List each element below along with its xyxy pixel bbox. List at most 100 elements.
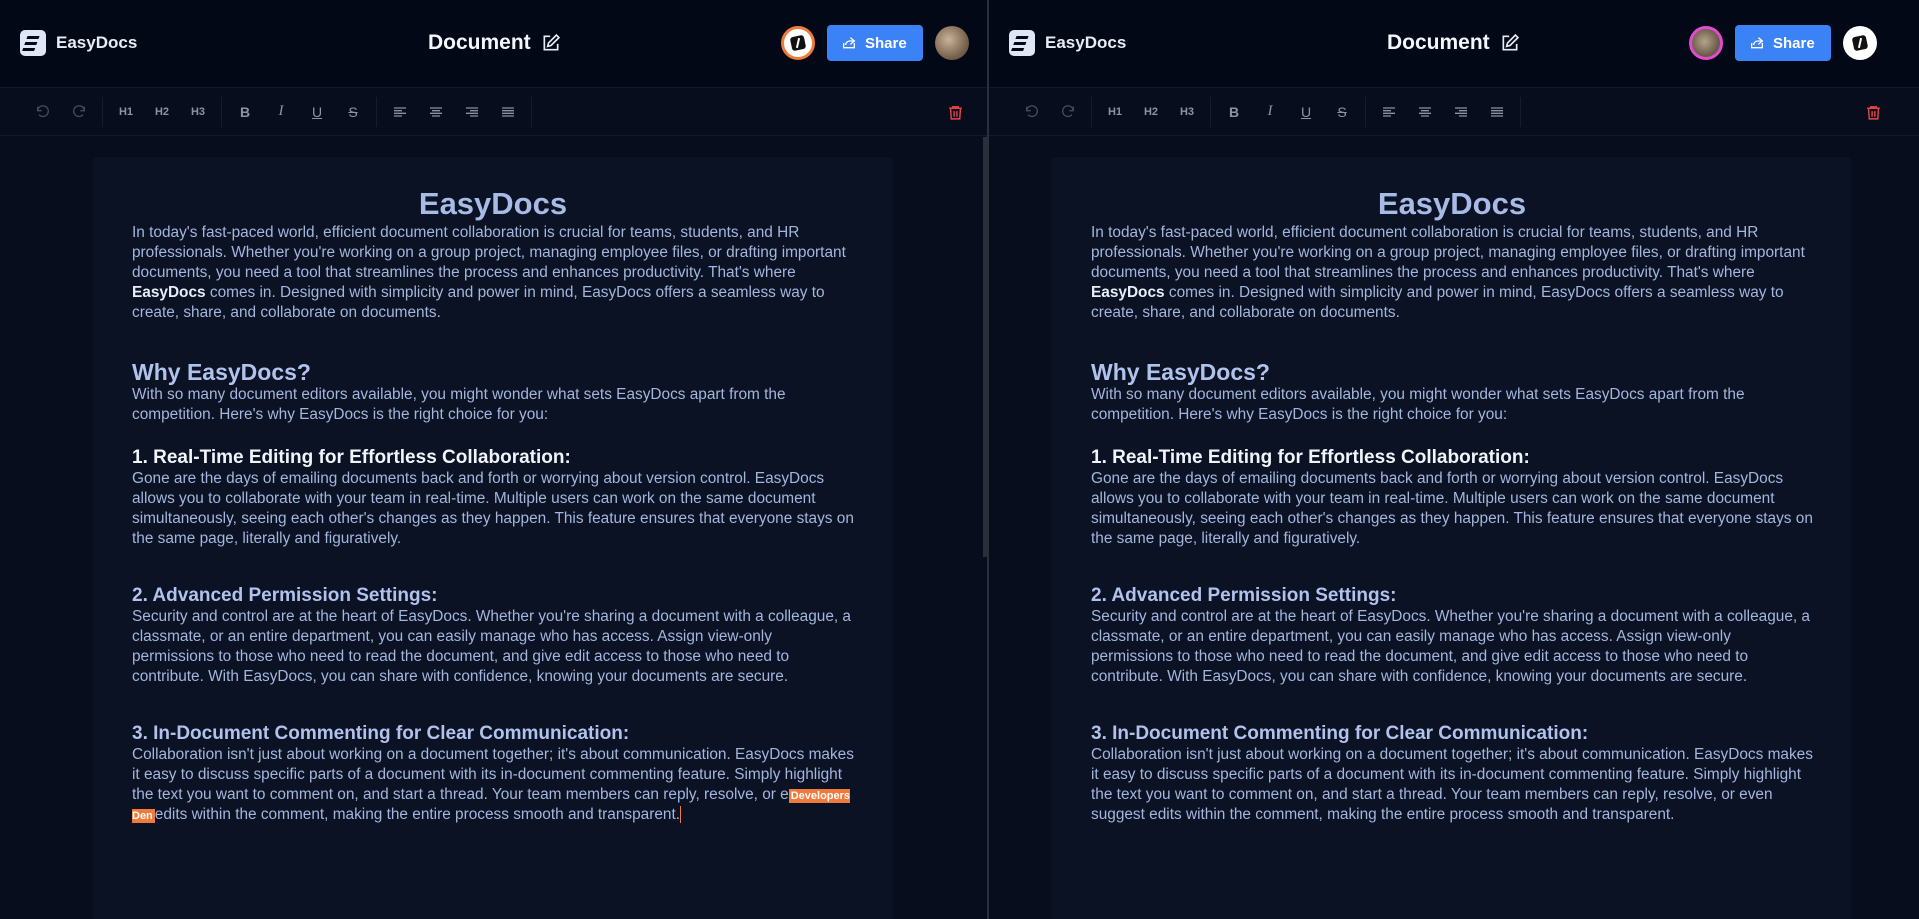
document-title-text: Document — [1387, 31, 1490, 54]
why-heading: Why EasyDocs? — [1091, 359, 1270, 385]
header-actions: Share — [781, 25, 969, 61]
undo-button[interactable] — [1017, 97, 1047, 127]
heading-group: H1 H2 H3 — [103, 96, 222, 127]
why-heading: Why EasyDocs? — [132, 359, 311, 385]
align-left-button[interactable] — [1374, 97, 1404, 127]
align-left-icon — [1383, 106, 1395, 117]
section-2-paragraph: Security and control are at the heart of… — [132, 608, 851, 685]
section-2-paragraph: Security and control are at the heart of… — [1091, 608, 1810, 685]
align-center-icon — [1419, 106, 1431, 117]
italic-button[interactable]: I — [266, 97, 296, 127]
undo-icon — [1026, 104, 1038, 117]
align-right-button[interactable] — [1446, 97, 1476, 127]
align-justify-button[interactable] — [1482, 97, 1512, 127]
redo-button[interactable] — [1053, 97, 1083, 127]
delete-button[interactable] — [1858, 97, 1888, 127]
section-3-paragraph: Collaboration isn't just about working o… — [1091, 746, 1813, 823]
intro-paragraph: In today's fast-paced world, efficient d… — [132, 224, 846, 321]
heading-1-button[interactable]: H1 — [111, 97, 141, 127]
doc-heading: EasyDocs — [1377, 186, 1527, 221]
heading-2-button[interactable]: H2 — [147, 97, 177, 127]
heading-1-button[interactable]: H1 — [1100, 97, 1130, 127]
align-right-icon — [1455, 106, 1467, 117]
section-2-heading: 2. Advanced Permission Settings: — [1091, 585, 1397, 606]
editor-scroll-area: EasyDocs In today's fast-paced world, ef… — [0, 137, 987, 919]
section-3-paragraph: Collaboration isn't just about working o… — [132, 746, 854, 824]
share-label: Share — [865, 34, 907, 52]
redo-icon — [73, 104, 85, 117]
share-label: Share — [1773, 34, 1815, 52]
heading-2-button[interactable]: H2 — [1136, 97, 1166, 127]
history-group — [1009, 96, 1092, 127]
avatar-logo-icon — [1851, 34, 1869, 52]
edit-title-icon[interactable] — [1500, 33, 1520, 53]
section-3-heading: 3. In-Document Commenting for Clear Comm… — [132, 723, 630, 744]
heading-3-button[interactable]: H3 — [183, 97, 213, 127]
header-actions: Share — [1689, 25, 1877, 61]
text-caret — [680, 806, 682, 824]
text-style-group: B I U S — [222, 96, 377, 127]
section-1-heading: 1. Real-Time Editing for Effortless Coll… — [132, 447, 571, 468]
document-title: Document — [428, 31, 561, 55]
brand-name: EasyDocs — [1045, 33, 1127, 52]
align-center-button[interactable] — [421, 97, 451, 127]
strikethrough-button[interactable]: S — [1327, 97, 1357, 127]
section-2-heading: 2. Advanced Permission Settings: — [132, 585, 438, 606]
formatting-toolbar: H1 H2 H3 B I U S — [989, 88, 1919, 136]
bold-button[interactable]: B — [1219, 97, 1249, 127]
brand[interactable]: EasyDocs — [20, 30, 137, 56]
align-right-button[interactable] — [457, 97, 487, 127]
brand[interactable]: EasyDocs — [1009, 30, 1126, 56]
align-center-icon — [430, 106, 442, 117]
easydocs-logo-icon — [1009, 30, 1035, 56]
share-button[interactable]: Share — [827, 25, 923, 61]
underline-button[interactable]: U — [302, 97, 332, 127]
editor-pane-left: EasyDocs Document Share H1 H2 H3 B I U S… — [0, 0, 989, 919]
bold-button[interactable]: B — [230, 97, 260, 127]
align-right-icon — [466, 106, 478, 117]
document-title: Document — [1387, 31, 1520, 55]
share-button[interactable]: Share — [1735, 25, 1831, 61]
app: EasyDocs Document Share H1 H2 H3 B I U S… — [0, 0, 1919, 919]
top-bar: EasyDocs Document Share — [0, 0, 987, 88]
alignment-group — [1366, 96, 1521, 127]
share-icon — [1751, 37, 1764, 49]
heading-3-button[interactable]: H3 — [1172, 97, 1202, 127]
share-icon — [843, 37, 856, 49]
formatting-toolbar: H1 H2 H3 B I U S — [0, 88, 987, 136]
redo-icon — [1062, 104, 1074, 117]
why-paragraph: With so many document editors available,… — [132, 386, 786, 423]
heading-group: H1 H2 H3 — [1092, 96, 1211, 127]
underline-button[interactable]: U — [1291, 97, 1321, 127]
edit-title-icon[interactable] — [541, 33, 561, 53]
delete-button[interactable] — [940, 97, 970, 127]
section-1-paragraph: Gone are the days of emailing documents … — [132, 470, 854, 547]
section-1-heading: 1. Real-Time Editing for Effortless Coll… — [1091, 447, 1530, 468]
document-content[interactable]: EasyDocs In today's fast-paced world, ef… — [132, 185, 854, 825]
document-content[interactable]: EasyDocs In today's fast-paced world, ef… — [1091, 185, 1813, 825]
align-center-button[interactable] — [1410, 97, 1440, 127]
align-justify-button[interactable] — [493, 97, 523, 127]
align-justify-icon — [1491, 106, 1503, 117]
strikethrough-button[interactable]: S — [338, 97, 368, 127]
editor-scroll-area: EasyDocs In today's fast-paced world, ef… — [989, 137, 1919, 919]
user-avatar[interactable] — [934, 26, 969, 60]
align-left-icon — [394, 106, 406, 117]
collaborator-avatar[interactable] — [781, 26, 815, 60]
intro-paragraph: In today's fast-paced world, efficient d… — [1091, 224, 1805, 321]
avatar-logo-icon — [789, 34, 807, 52]
undo-icon — [37, 104, 49, 117]
undo-button[interactable] — [28, 97, 58, 127]
top-bar: EasyDocs Document Share — [989, 0, 1919, 88]
why-paragraph: With so many document editors available,… — [1091, 386, 1745, 423]
trash-icon — [948, 105, 962, 120]
redo-button[interactable] — [64, 97, 94, 127]
section-3-heading: 3. In-Document Commenting for Clear Comm… — [1091, 723, 1589, 744]
user-avatar[interactable] — [1842, 26, 1877, 60]
alignment-group — [377, 96, 532, 127]
collaborator-avatar[interactable] — [1689, 26, 1723, 60]
text-style-group: B I U S — [1211, 96, 1366, 127]
italic-button[interactable]: I — [1255, 97, 1285, 127]
align-left-button[interactable] — [385, 97, 415, 127]
section-1-paragraph: Gone are the days of emailing documents … — [1091, 470, 1813, 547]
